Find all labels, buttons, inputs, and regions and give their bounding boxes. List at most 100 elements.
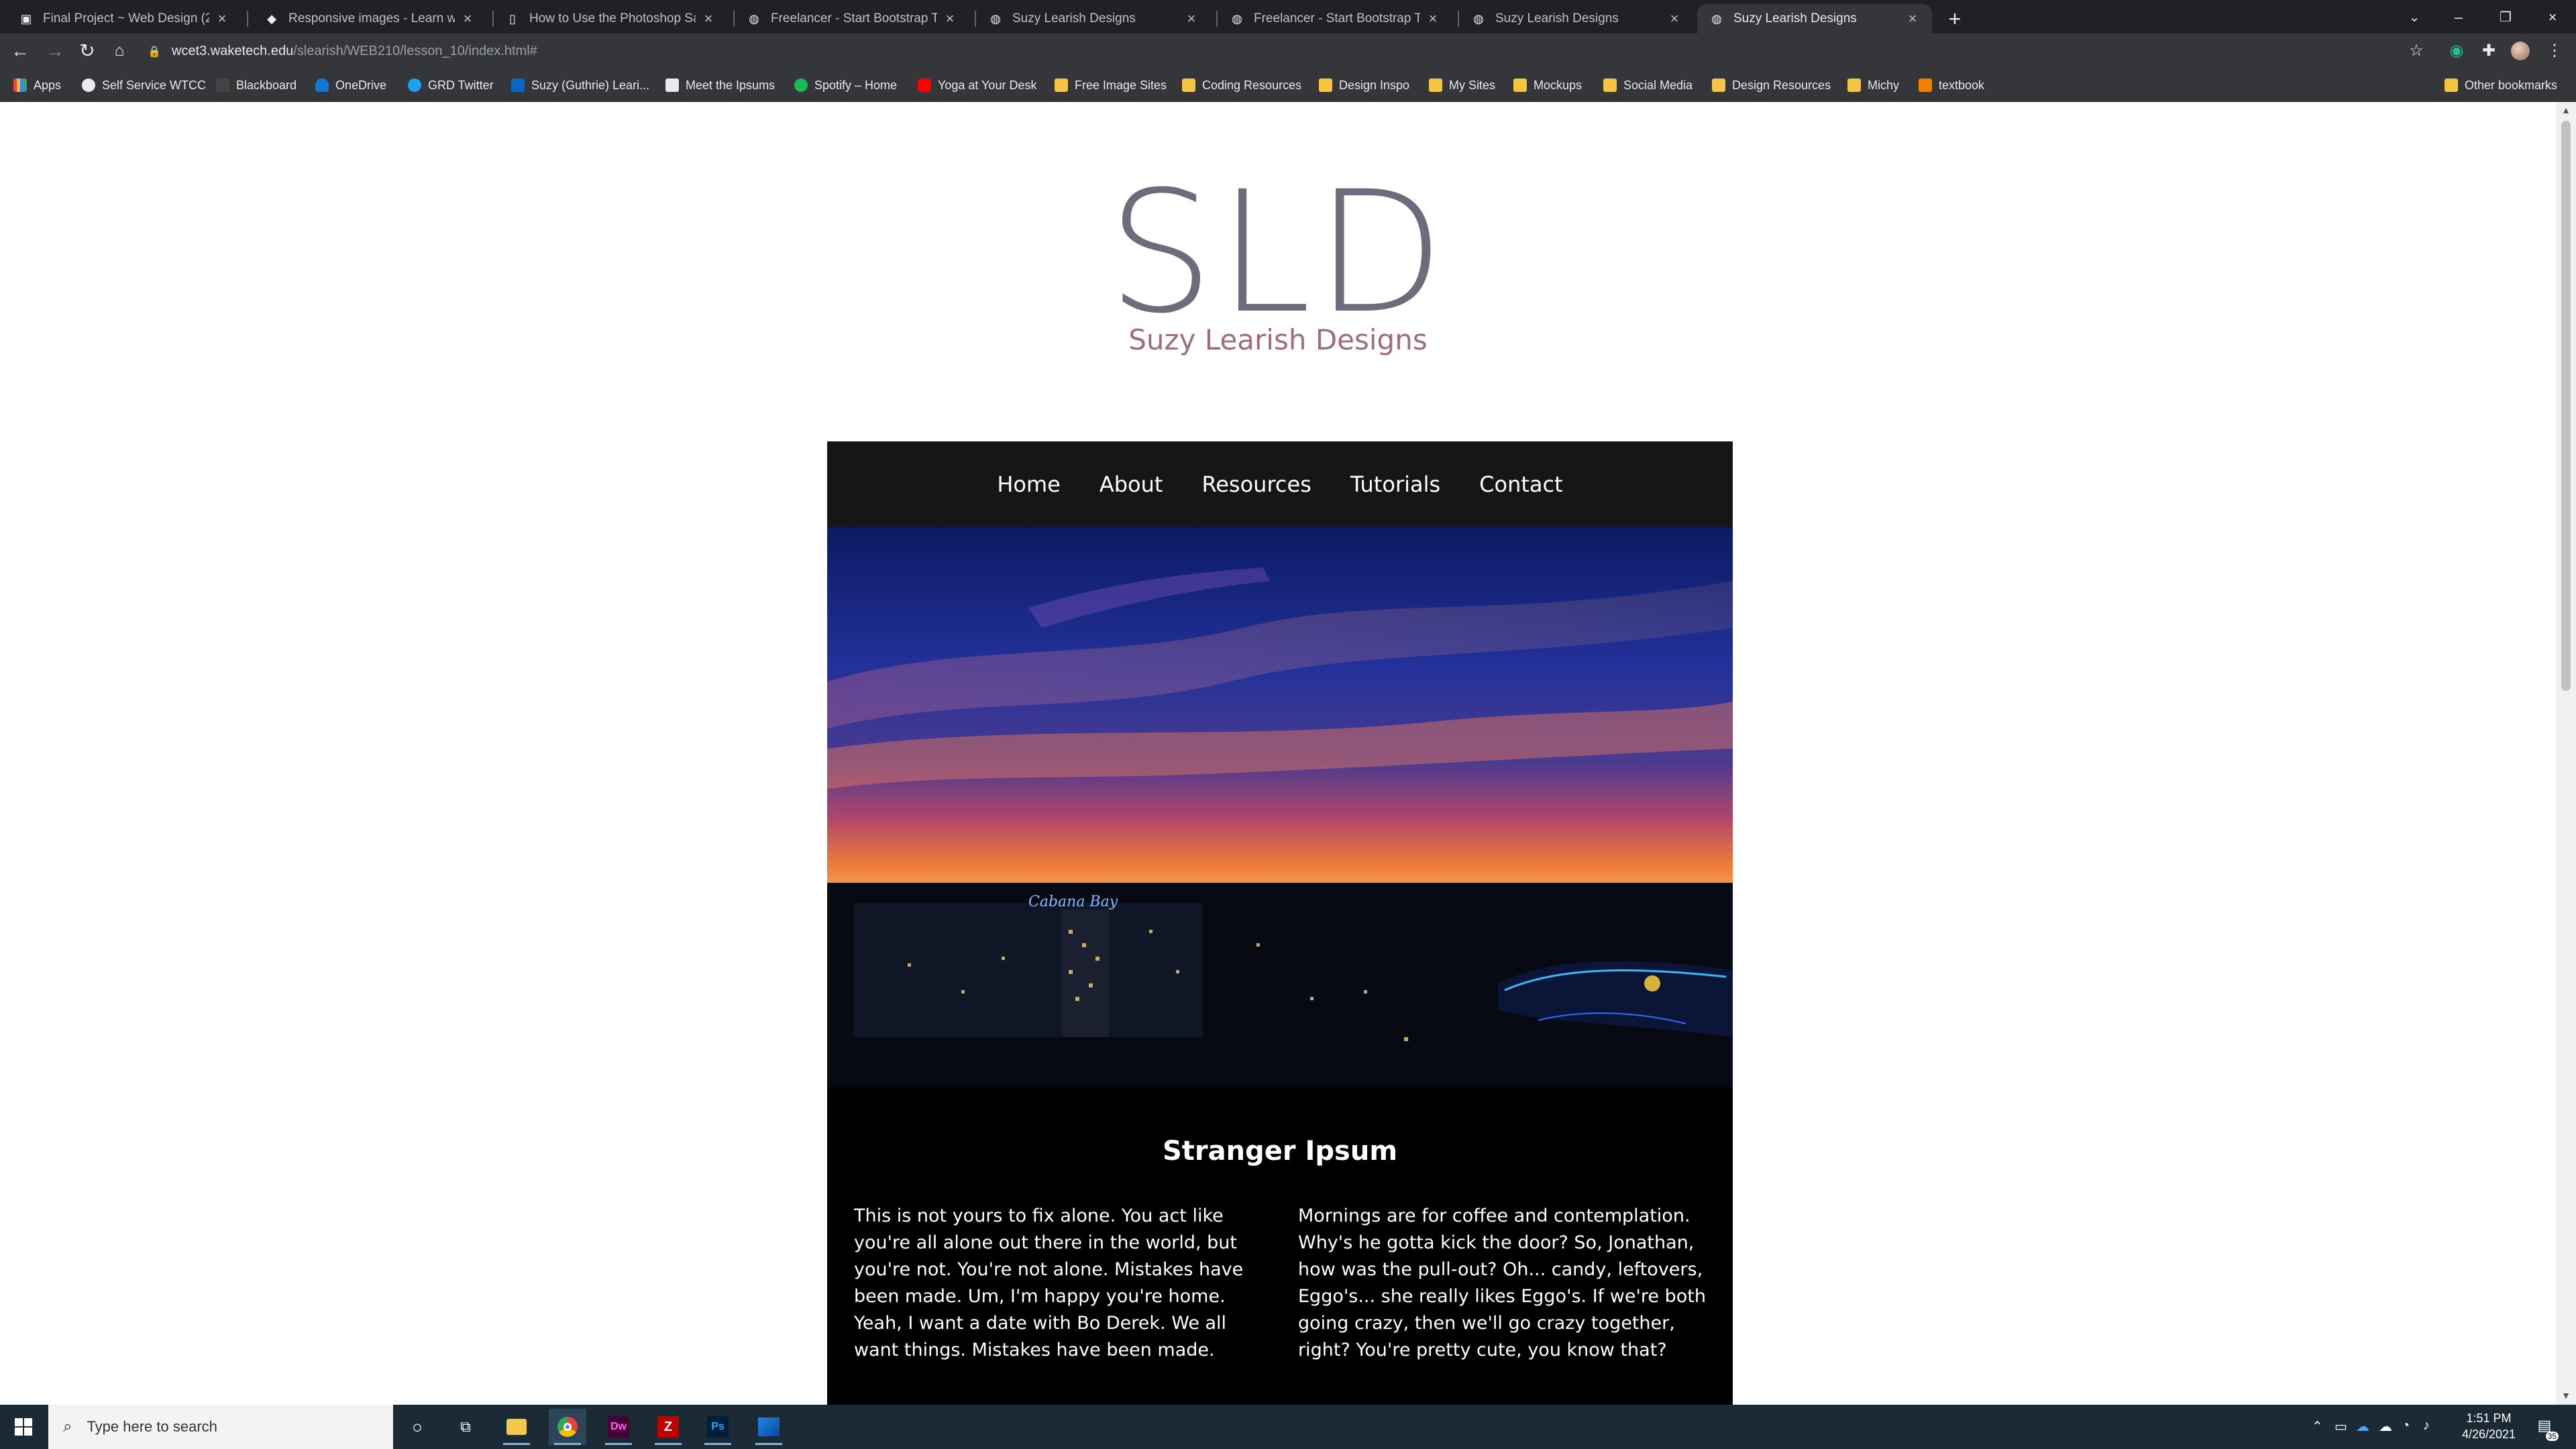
tab-photoshop-save[interactable]: ▯ How to Use the Photoshop Save × [493,4,728,34]
bookmark-apps[interactable]: Apps [13,76,61,94]
onedrive-icon [315,78,329,92]
close-icon[interactable]: × [1184,10,1199,28]
tab-responsive-images[interactable]: ◆ Responsive images - Learn web d × [252,4,487,34]
tab-search-icon[interactable]: ⌄ [2398,4,2431,31]
bookmark-yoga[interactable]: Yoga at Your Desk [918,76,1036,94]
hero-sign-text: Cabana Bay [1028,894,1118,910]
bookmark-folder-mockups[interactable]: Mockups [1513,76,1582,94]
page-scrollbar[interactable]: ▲ ▼ [2556,102,2576,1405]
cloud-sync-icon[interactable]: ☁ [2379,1418,2392,1435]
nav-tutorials[interactable]: Tutorials [1350,472,1440,497]
bookmark-folder-my-sites[interactable]: My Sites [1429,76,1495,94]
taskbar-clock[interactable]: 1:51 PM 4/26/2021 [2449,1410,2529,1442]
folder-icon [1847,78,1861,92]
close-icon[interactable]: × [701,10,716,28]
restore-icon[interactable]: ❐ [2489,4,2522,31]
close-icon[interactable]: × [460,10,475,28]
back-arrow-icon[interactable]: ← [7,38,34,64]
bookmark-meet-ipsums[interactable]: Meet the Ipsums [665,76,775,94]
menu-kebab-icon[interactable]: ⋮ [2542,39,2567,63]
url-path: /slearish/WEB210/lesson_10/index.html# [293,43,537,58]
home-icon[interactable]: ⌂ [106,38,133,64]
bookmark-textbook[interactable]: textbook [1919,76,1984,94]
folder-icon [1429,78,1442,92]
bookmark-star-icon[interactable]: ☆ [2404,39,2428,63]
bookmark-folder-michy[interactable]: Michy [1847,76,1899,94]
globe-icon [82,78,95,92]
onedrive-tray-icon[interactable]: ☁ [2356,1418,2369,1435]
notification-center-icon[interactable]: ▤ 35 [2534,1417,2559,1441]
taskbar-search-placeholder: Type here to search [87,1418,217,1435]
tab-final-project[interactable]: ▣ Final Project ~ Web Design (2021 × [7,4,241,34]
folder-icon [1603,78,1617,92]
tab-suzy-1[interactable]: ◍ Suzy Learish Designs × [976,4,1211,34]
bookmark-onedrive[interactable]: OneDrive [315,76,386,94]
clock-time: 1:51 PM [2466,1411,2512,1425]
nav-home[interactable]: Home [997,472,1061,497]
globe-icon: ◍ [990,11,1001,25]
bookmark-grd-twitter[interactable]: GRD Twitter [408,76,494,94]
bookmark-spotify[interactable]: Spotify – Home [794,76,897,94]
bookmark-folder-coding[interactable]: Coding Resources [1182,76,1301,94]
scroll-up-arrow-icon[interactable]: ▲ [2560,105,2572,117]
cortana-icon[interactable]: ○ [398,1409,436,1445]
folder-icon [1513,78,1527,92]
site-tagline: Suzy Learish Designs [1128,323,1428,356]
filezilla-icon[interactable]: Z [649,1409,687,1445]
grammarly-extension-icon[interactable]: ◉ [2445,39,2469,63]
tab-suzy-2[interactable]: ◍ Suzy Learish Designs × [1459,4,1694,34]
bookmark-folder-design-resources[interactable]: Design Resources [1712,76,1831,94]
task-view-icon[interactable]: ⧉ [447,1409,484,1445]
scrollbar-thumb[interactable] [2561,121,2571,691]
volume-icon[interactable]: ♪ [2423,1418,2430,1434]
nav-about[interactable]: About [1099,472,1163,497]
folder-icon [1182,78,1195,92]
taskbar-search-box[interactable]: ⌕ Type here to search [48,1405,393,1449]
photos-icon[interactable] [750,1409,788,1445]
browser-tab-strip: ▣ Final Project ~ Web Design (2021 × ◆ R… [0,0,2576,34]
reload-icon[interactable]: ↻ [74,38,101,64]
device-icon[interactable]: ▭ [2334,1418,2347,1435]
tab-freelancer-2[interactable]: ◍ Freelancer - Start Bootstrap Ther × [1218,4,1452,34]
youtube-icon [918,78,931,92]
chrome-icon[interactable] [549,1409,586,1445]
screen: ▣ Final Project ~ Web Design (2021 × ◆ R… [0,0,2576,1449]
file-explorer-icon[interactable] [498,1409,535,1445]
bookmark-self-service[interactable]: Self Service WTCC [82,76,206,94]
bookmark-blackboard[interactable]: Blackboard [216,76,297,94]
show-hidden-icons-chevron-icon[interactable]: ⌃ [2312,1418,2323,1435]
close-icon[interactable]: × [1426,10,1440,28]
article-column-right: Mornings are for coffee and contemplatio… [1298,1205,1706,1360]
close-icon[interactable]: × [943,10,957,28]
window-close-icon[interactable]: × [2536,4,2569,31]
bookmark-folder-design-inspo[interactable]: Design Inspo [1319,76,1409,94]
blogger-icon [1919,78,1932,92]
address-bar[interactable]: 🔒 wcet3.waketech.edu/slearish/WEB210/les… [148,38,537,64]
network-icon[interactable]: ◔ [2402,1418,2410,1434]
bookmarks-bar: Apps Self Service WTCC Blackboard OneDri… [0,68,2576,102]
profile-avatar[interactable] [2511,42,2530,60]
notification-count-badge: 35 [2545,1432,2559,1441]
tab-freelancer-1[interactable]: ◍ Freelancer - Start Bootstrap Ther × [735,4,969,34]
close-icon[interactable]: × [1667,10,1682,28]
bookmark-folder-social[interactable]: Social Media [1603,76,1693,94]
windows-start-button[interactable] [0,1405,47,1449]
tab-suzy-active[interactable]: ◍ Suzy Learish Designs × [1697,4,1932,34]
spotify-icon [794,78,808,92]
folder-icon [1319,78,1332,92]
nav-contact[interactable]: Contact [1479,472,1563,497]
new-tab-plus-icon[interactable]: + [1941,5,1968,32]
nav-resources[interactable]: Resources [1201,472,1311,497]
scroll-down-arrow-icon[interactable]: ▼ [2560,1390,2572,1402]
close-icon[interactable]: × [1905,10,1920,28]
close-icon[interactable]: × [215,10,229,28]
bookmark-linkedin[interactable]: Suzy (Guthrie) Leari... [511,76,649,94]
page-icon [665,78,679,92]
extensions-puzzle-icon[interactable]: ✚ [2477,39,2501,63]
forward-arrow-icon[interactable]: → [42,38,68,64]
bookmark-other[interactable]: Other bookmarks [2445,76,2557,94]
dreamweaver-icon[interactable]: Dw [600,1409,637,1445]
bookmark-folder-free-image[interactable]: Free Image Sites [1055,76,1167,94]
photoshop-icon[interactable]: Ps [699,1409,737,1445]
minimize-icon[interactable]: – [2442,4,2475,31]
